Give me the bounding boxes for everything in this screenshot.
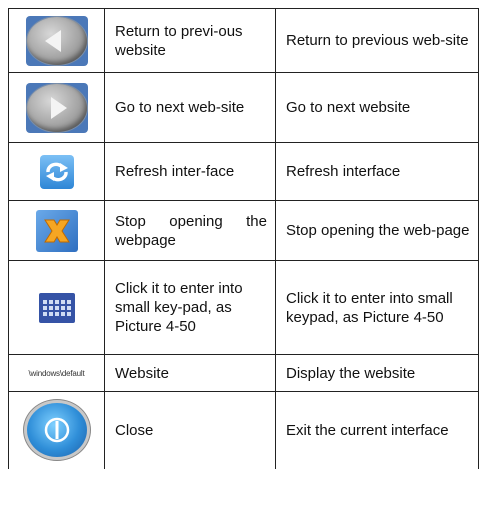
icon-cell: \windows\default [8,354,105,392]
power-icon [26,403,87,458]
table-row: \windows\default Website Display the web… [8,354,479,392]
table-row: Stop opening the webpage Stop opening th… [8,200,479,261]
function-description: Stop opening the web-page [275,200,479,261]
refresh-icon [39,154,74,189]
keypad-icon [38,292,75,323]
table-row: Click it to enter into small key-pad, as… [8,260,479,355]
function-description: Go to next website [275,72,479,143]
function-name: Click it to enter into small key-pad, as… [104,260,276,355]
function-name: Return to previ-ous website [104,8,276,73]
forward-arrow-icon [25,82,88,133]
function-description: Display the website [275,354,479,392]
function-description: Click it to enter into small keypad, as … [275,260,479,355]
back-arrow-icon [25,15,88,66]
icon-cell [8,260,105,355]
table-row: Go to next web-site Go to next website [8,72,479,143]
icon-cell [8,8,105,73]
function-name: Go to next web-site [104,72,276,143]
icon-cell [8,72,105,143]
function-description: Return to previous web-site [275,8,479,73]
function-name: Refresh inter-face [104,142,276,201]
function-name: Stop opening the webpage [104,200,276,261]
function-description: Exit the current interface [275,391,479,469]
stop-icon [35,209,78,252]
icon-cell [8,200,105,261]
icon-cell [8,391,105,469]
function-name: Close [104,391,276,469]
path-text: \windows\default [28,368,85,378]
icon-cell [8,142,105,201]
function-description: Refresh interface [275,142,479,201]
table-row: Return to previ-ous website Return to pr… [8,8,479,73]
function-table: Return to previ-ous website Return to pr… [8,8,479,469]
function-name: Website [104,354,276,392]
table-row: Close Exit the current interface [8,391,479,469]
table-row: Refresh inter-face Refresh interface [8,142,479,201]
